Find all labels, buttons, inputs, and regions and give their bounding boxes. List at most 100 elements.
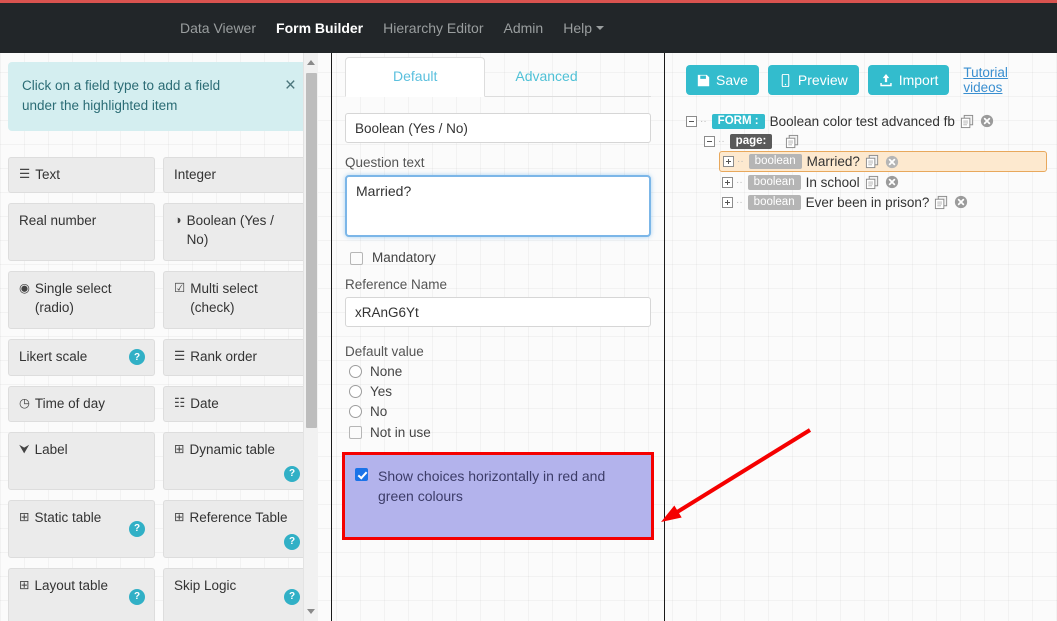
preview-button[interactable]: Preview <box>767 65 859 95</box>
default-option-none[interactable]: None <box>349 364 651 379</box>
field-type-layout-table[interactable]: ⊞ Layout table ? <box>8 567 155 621</box>
show-choices-highlight[interactable]: Show choices horizontally in red and gre… <box>342 452 654 540</box>
mobile-phone-icon <box>781 73 790 87</box>
node-label: In school <box>805 174 860 190</box>
radio-icon[interactable] <box>349 405 362 418</box>
scroll-down-icon[interactable] <box>307 609 315 614</box>
tutorial-videos-link[interactable]: Tutorial videos <box>963 65 1047 95</box>
copy-icon[interactable] <box>960 114 975 129</box>
show-choices-checkbox[interactable] <box>355 468 368 481</box>
table-icon: ⊞ <box>19 509 30 524</box>
field-type-single-select[interactable]: ◉ Single select (radio) <box>8 271 155 330</box>
copy-icon[interactable] <box>934 195 949 210</box>
field-type-label: Dynamic table <box>189 441 276 457</box>
field-type-multi-select[interactable]: ☑ Multi select (check) <box>163 271 310 330</box>
scrollbar-thumb[interactable] <box>306 73 317 428</box>
tree-node-in-school[interactable]: ·· boolean In school <box>722 172 1047 192</box>
not-in-use-label: Not in use <box>370 425 431 440</box>
radio-icon[interactable] <box>349 365 362 378</box>
collapse-toggle-icon[interactable] <box>704 135 715 147</box>
default-option-no[interactable]: No <box>349 404 651 419</box>
nav-item-data-viewer[interactable]: Data Viewer <box>170 3 266 53</box>
field-type-label: Static table <box>34 509 102 525</box>
nav-item-form-builder[interactable]: Form Builder <box>266 3 373 53</box>
scroll-up-icon[interactable] <box>307 60 315 65</box>
toggle-icon: ◑ <box>174 213 182 228</box>
field-type-rank-order[interactable]: ☰ Rank order <box>163 339 310 376</box>
delete-icon[interactable] <box>885 155 899 169</box>
top-navbar: Data Viewer Form Builder Hierarchy Edito… <box>0 3 1057 53</box>
tree-node-page[interactable]: ·· page: <box>704 131 1047 151</box>
field-type-reference-table[interactable]: ⊞ Reference Table ? <box>163 499 310 558</box>
help-icon[interactable]: ? <box>284 533 300 550</box>
copy-icon[interactable] <box>865 154 880 169</box>
field-type-real-number[interactable]: Real number <box>8 203 155 262</box>
field-type-skip-logic[interactable]: Skip Logic ? <box>163 567 310 621</box>
nav-item-help[interactable]: Help <box>553 3 614 53</box>
field-type-boolean[interactable]: ◑ Boolean (Yes / No) <box>163 203 310 262</box>
help-icon[interactable]: ? <box>284 588 300 605</box>
delete-icon[interactable] <box>954 195 968 209</box>
checkbox-icon: ☑ <box>174 281 186 296</box>
nav-item-admin[interactable]: Admin <box>494 3 554 53</box>
question-text-input[interactable] <box>345 175 651 237</box>
field-type-likert-scale[interactable]: Likert scale ? <box>8 339 155 376</box>
field-type-label: Layout table <box>34 577 109 593</box>
default-option-label: None <box>370 364 403 379</box>
node-label: Married? <box>806 154 860 169</box>
default-value-label: Default value <box>345 344 424 359</box>
mandatory-row[interactable]: Mandatory <box>350 250 651 265</box>
field-type-input[interactable] <box>345 113 651 143</box>
tree-node-prison[interactable]: ·· boolean Ever been in prison? <box>722 192 1047 212</box>
field-type-label: Integer <box>174 167 217 183</box>
default-option-yes[interactable]: Yes <box>349 384 651 399</box>
field-type-grid: ☰ Text Integer Real number ◑ Boolean (Ye… <box>8 157 310 621</box>
radio-icon: ◉ <box>19 281 30 296</box>
calendar-icon: ☷ <box>174 395 186 410</box>
nav-item-hierarchy-editor[interactable]: Hierarchy Editor <box>373 3 493 53</box>
help-icon[interactable]: ? <box>284 465 300 482</box>
radio-icon[interactable] <box>349 385 362 398</box>
tree-node-form[interactable]: ·· FORM : Boolean color test advanced fb <box>686 111 1047 131</box>
form-structure-panel: Save Preview Import Tutorial videos ·· F… <box>667 53 1057 621</box>
default-option-label: No <box>370 404 388 419</box>
expand-toggle-icon[interactable] <box>722 196 733 208</box>
field-type-integer[interactable]: Integer <box>163 157 310 194</box>
expand-toggle-icon[interactable] <box>723 156 734 167</box>
copy-icon[interactable] <box>785 134 800 149</box>
import-button[interactable]: Import <box>867 65 950 95</box>
field-type-label: Time of day <box>34 395 105 411</box>
field-type-static-table[interactable]: ⊞ Static table ? <box>8 499 155 558</box>
reference-name-input[interactable] <box>345 297 651 327</box>
tree-connector: ·· <box>736 196 743 208</box>
tree-node-married[interactable]: ·· boolean Married? <box>719 151 1047 172</box>
field-type-date[interactable]: ☷ Date <box>163 385 310 422</box>
node-badge: boolean <box>748 154 802 169</box>
import-button-label: Import <box>898 72 939 88</box>
help-icon[interactable]: ? <box>129 588 145 605</box>
tab-advanced[interactable]: Advanced <box>485 57 607 96</box>
table-icon: ⊞ <box>174 509 185 524</box>
field-type-time-of-day[interactable]: ◷ Time of day <box>8 385 155 422</box>
not-in-use-checkbox[interactable] <box>349 426 362 439</box>
preview-button-label: Preview <box>797 72 848 88</box>
question-text-label: Question text <box>345 155 425 170</box>
palette-scrollbar[interactable] <box>303 53 318 621</box>
close-icon[interactable]: × <box>275 76 296 95</box>
field-type-text[interactable]: ☰ Text <box>8 157 155 194</box>
help-icon[interactable]: ? <box>129 349 145 366</box>
mandatory-checkbox[interactable] <box>350 252 363 265</box>
tag-icon: ⮟ <box>19 441 30 456</box>
not-in-use-row[interactable]: Not in use <box>349 425 651 440</box>
tab-default[interactable]: Default <box>345 57 486 97</box>
field-type-label: Rank order <box>190 349 258 365</box>
field-type-dynamic-table[interactable]: ⊞ Dynamic table ? <box>163 431 310 490</box>
expand-toggle-icon[interactable] <box>722 176 733 188</box>
collapse-toggle-icon[interactable] <box>686 115 697 127</box>
help-icon[interactable]: ? <box>129 520 145 537</box>
delete-icon[interactable] <box>980 114 994 128</box>
copy-icon[interactable] <box>865 175 880 190</box>
field-type-label[interactable]: ⮟ Label <box>8 431 155 490</box>
save-button[interactable]: Save <box>686 65 759 95</box>
delete-icon[interactable] <box>885 175 899 189</box>
